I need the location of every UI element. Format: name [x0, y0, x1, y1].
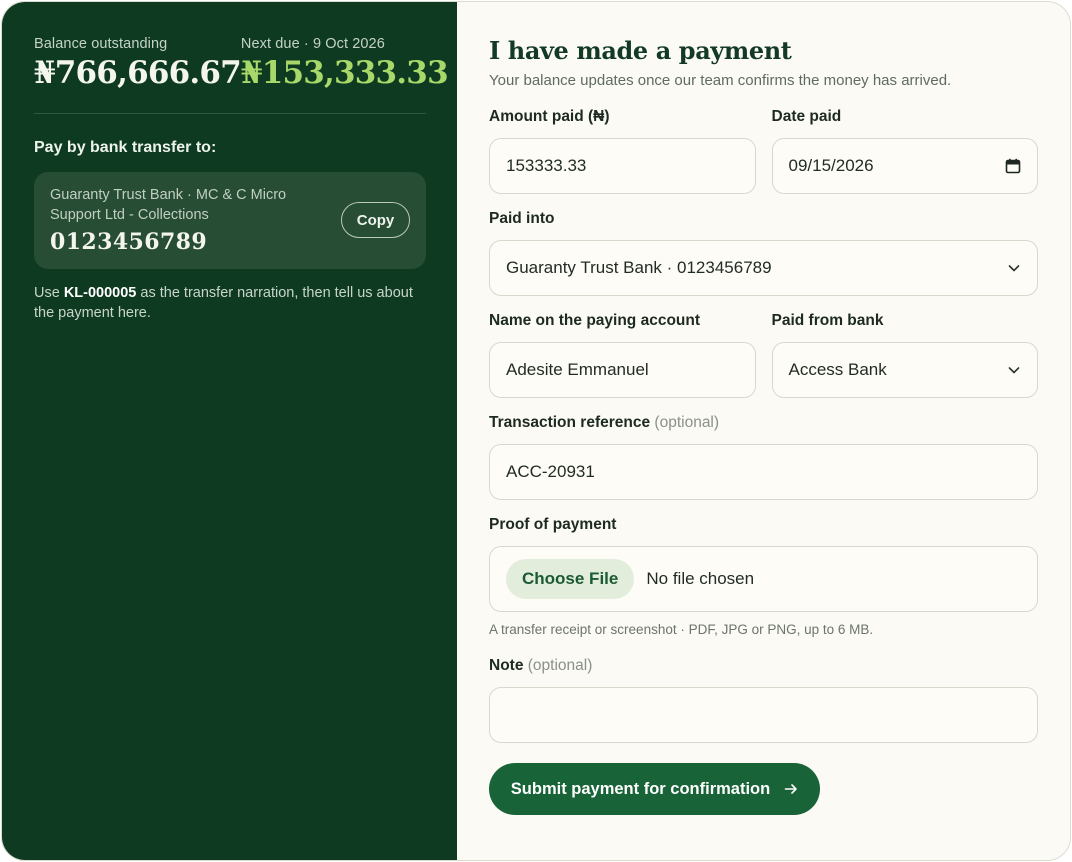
- paid-into-row: Paid into Guaranty Trust Bank · 01234567…: [489, 210, 1038, 296]
- reference-label-text: Transaction reference: [489, 414, 651, 431]
- no-file-text: No file chosen: [646, 569, 755, 588]
- next-due: Next due · 9 Oct 2026 ₦153,333.33: [240, 36, 449, 91]
- balance-amount: ₦766,666.67: [34, 55, 242, 91]
- bank-details: Guaranty Trust Bank · MC & C Micro Suppo…: [50, 185, 310, 255]
- calendar-icon[interactable]: [1005, 158, 1021, 174]
- chevron-down-icon: [1008, 367, 1020, 374]
- date-label: Date paid: [771, 108, 842, 125]
- paid-from-select[interactable]: Access Bank: [771, 342, 1038, 398]
- note-label: Note (optional): [489, 657, 1038, 677]
- next-due-label: Next due · 9 Oct 2026: [240, 36, 385, 52]
- payer-name-input[interactable]: Adesite Emmanuel: [489, 342, 756, 398]
- balance-row: Balance outstanding ₦766,666.67 Next due…: [34, 36, 449, 91]
- proof-label: Proof of payment: [489, 516, 617, 533]
- note-optional: (optional): [527, 657, 593, 674]
- date-field: Date paid 09/15/2026: [771, 108, 1038, 194]
- reference-value: ACC-20931: [506, 462, 595, 481]
- proof-hint: A transfer receipt or screenshot · PDF, …: [489, 622, 874, 637]
- note-label-text: Note: [489, 657, 524, 674]
- amount-field: Amount paid (₦) 153333.33: [489, 108, 756, 194]
- bank-name: Guaranty Trust Bank · MC & C Micro Suppo…: [50, 187, 287, 223]
- paid-into-label: Paid into: [489, 210, 555, 227]
- paid-into-select[interactable]: Guaranty Trust Bank · 0123456789: [489, 240, 1038, 296]
- amount-value: 153333.33: [506, 156, 587, 175]
- paid-from-value: Access Bank: [788, 360, 887, 379]
- payer-name-value: Adesite Emmanuel: [506, 360, 649, 379]
- chevron-down-icon: [1008, 265, 1020, 272]
- paid-into-value: Guaranty Trust Bank · 0123456789: [506, 258, 772, 277]
- form-title: I have made a payment: [489, 36, 792, 65]
- note-field: Note (optional): [489, 657, 1038, 743]
- bank-details-box: Guaranty Trust Bank · MC & C Micro Suppo…: [34, 172, 426, 269]
- narration-code: KL-000005: [63, 285, 137, 301]
- amount-date-row: Amount paid (₦) 153333.33 Date paid 09/1…: [489, 108, 1038, 194]
- paid-into-field: Paid into Guaranty Trust Bank · 01234567…: [489, 210, 1038, 296]
- reference-field: Transaction reference (optional) ACC-209…: [489, 414, 1038, 500]
- submit-label: Submit payment for confirmation: [510, 779, 771, 798]
- narration-instructions: Use KL-000005 as the transfer narration,…: [34, 283, 426, 323]
- amount-label: Amount paid (₦): [489, 108, 610, 125]
- date-input[interactable]: 09/15/2026: [771, 138, 1038, 194]
- submit-button[interactable]: Submit payment for confirmation: [489, 763, 820, 815]
- payment-card: Balance outstanding ₦766,666.67 Next due…: [1, 1, 1071, 861]
- proof-row: Proof of payment Choose File No file cho…: [489, 516, 1038, 637]
- choose-file-button[interactable]: Choose File: [506, 559, 635, 599]
- balance-label: Balance outstanding: [34, 36, 168, 52]
- balance-outstanding: Balance outstanding ₦766,666.67: [34, 36, 242, 91]
- payer-row: Name on the paying account Adesite Emman…: [489, 312, 1038, 398]
- note-input[interactable]: [489, 687, 1038, 743]
- note-row: Note (optional): [489, 657, 1038, 743]
- account-number: 0123456789: [50, 229, 208, 255]
- proof-file-input[interactable]: Choose File No file chosen: [489, 546, 1038, 612]
- copy-button[interactable]: Copy: [341, 202, 410, 238]
- narration-prefix: Use: [34, 285, 60, 301]
- payer-name-field: Name on the paying account Adesite Emman…: [489, 312, 756, 398]
- paid-from-label: Paid from bank: [771, 312, 884, 329]
- date-value: 09/15/2026: [788, 156, 874, 175]
- reference-optional: (optional): [654, 414, 720, 431]
- reference-input[interactable]: ACC-20931: [489, 444, 1038, 500]
- payer-name-label: Name on the paying account: [489, 312, 701, 329]
- reference-label: Transaction reference (optional): [489, 414, 1038, 434]
- next-due-amount: ₦153,333.33: [240, 55, 449, 91]
- amount-input[interactable]: 153333.33: [489, 138, 756, 194]
- paid-from-field: Paid from bank Access Bank: [771, 312, 1038, 398]
- reference-row: Transaction reference (optional) ACC-209…: [489, 414, 1038, 500]
- arrow-right-icon: [784, 784, 798, 794]
- payment-form: I have made a payment Your balance updat…: [457, 2, 1070, 860]
- form-subtitle: Your balance updates once our team confi…: [489, 72, 952, 89]
- summary-panel: Balance outstanding ₦766,666.67 Next due…: [2, 2, 457, 860]
- divider: [34, 113, 426, 114]
- transfer-heading: Pay by bank transfer to:: [34, 139, 217, 156]
- proof-field: Proof of payment Choose File No file cho…: [489, 516, 1038, 637]
